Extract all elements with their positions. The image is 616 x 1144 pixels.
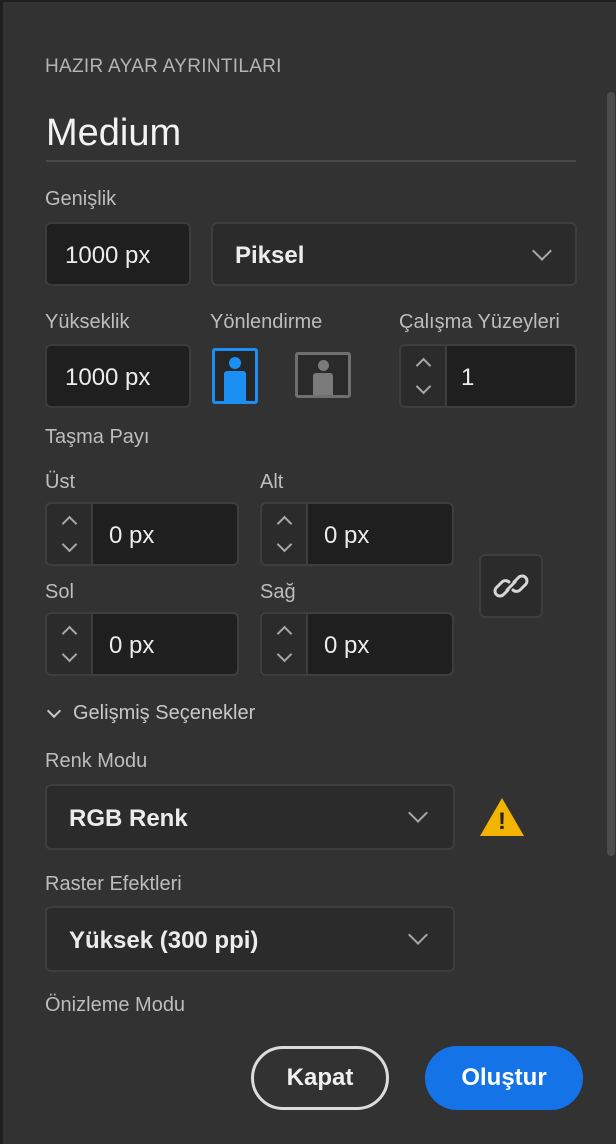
advanced-options-label: Gelişmiş Seçenekler [73,702,256,724]
unit-value: Piksel [235,242,305,269]
bleed-left-spin-buttons[interactable] [47,614,93,674]
chevron-down-icon [532,241,552,261]
artboards-label: Çalışma Yüzeyleri [399,311,560,333]
bleed-right-label: Sağ [260,581,296,603]
artboards-spin-buttons[interactable] [401,346,447,406]
artboards-stepper[interactable]: 1 [399,344,577,408]
width-value: 1000 px [65,242,151,269]
color-mode-dropdown[interactable]: RGB Renk [45,784,455,850]
color-mode-label: Renk Modu [45,750,148,772]
create-button[interactable]: Oluştur [425,1046,583,1110]
bleed-bottom-stepper[interactable]: 0 px [260,502,454,566]
bleed-bottom-value-field[interactable]: 0 px [308,504,452,564]
width-label: Genişlik [45,188,117,210]
artboards-value-field[interactable]: 1 [447,346,575,406]
bleed-top-value-field[interactable]: 0 px [93,504,237,564]
bleed-left-label: Sol [45,581,74,603]
portrait-orientation-button[interactable] [212,348,258,404]
link-icon [493,574,529,598]
bleed-top-value: 0 px [109,522,155,549]
close-button[interactable]: Kapat [251,1046,389,1110]
bleed-right-value: 0 px [324,632,370,659]
width-input[interactable]: 1000 px [45,222,191,286]
color-mode-value: RGB Renk [69,805,188,832]
bleed-left-value-field[interactable]: 0 px [93,614,237,674]
orientation-label: Yönlendirme [210,311,323,333]
raster-effects-label: Raster Efektleri [45,873,182,895]
bleed-top-spin-buttons[interactable] [47,504,93,564]
preset-name-underline [46,160,576,162]
decrement-icon[interactable] [276,646,293,663]
chevron-down-icon [408,803,428,823]
decrement-icon[interactable] [61,646,78,663]
increment-icon[interactable] [415,357,432,374]
height-input[interactable]: 1000 px [45,344,191,408]
increment-icon[interactable] [276,515,293,532]
artboards-value: 1 [461,364,475,391]
height-label: Yükseklik [45,311,130,333]
bleed-top-stepper[interactable]: 0 px [45,502,239,566]
bleed-right-value-field[interactable]: 0 px [308,614,452,674]
raster-effects-dropdown[interactable]: Yüksek (300 ppi) [45,906,455,972]
preset-details-panel: HAZIR AYAR AYRINTILARI Medium Genişlik 1… [0,0,616,1144]
bleed-left-value: 0 px [109,632,155,659]
landscape-orientation-button[interactable] [295,352,351,398]
link-bleed-button[interactable] [479,554,543,618]
increment-icon[interactable] [61,515,78,532]
decrement-icon[interactable] [61,536,78,553]
preset-name-input[interactable]: Medium [46,112,181,155]
bleed-bottom-label: Alt [260,471,284,493]
bleed-left-stepper[interactable]: 0 px [45,612,239,676]
scrollbar[interactable] [607,92,615,1112]
raster-effects-value: Yüksek (300 ppi) [69,927,259,954]
height-value: 1000 px [65,364,151,391]
unit-dropdown[interactable]: Piksel [211,222,577,286]
bleed-right-spin-buttons[interactable] [262,614,308,674]
bleed-bottom-spin-buttons[interactable] [262,504,308,564]
increment-icon[interactable] [276,625,293,642]
bleed-right-stepper[interactable]: 0 px [260,612,454,676]
bleed-top-label: Üst [45,471,75,493]
bleed-bottom-value: 0 px [324,522,370,549]
bleed-label: Taşma Payı [45,426,150,448]
chevron-down-icon [408,925,428,945]
decrement-icon[interactable] [276,536,293,553]
chevron-down-icon [46,703,62,719]
increment-icon[interactable] [61,625,78,642]
scrollbar-thumb[interactable] [607,92,615,856]
preview-mode-label: Önizleme Modu [45,994,186,1016]
decrement-icon[interactable] [415,378,432,395]
warning-icon[interactable]: ! [480,798,524,838]
section-title: HAZIR AYAR AYRINTILARI [45,56,282,77]
